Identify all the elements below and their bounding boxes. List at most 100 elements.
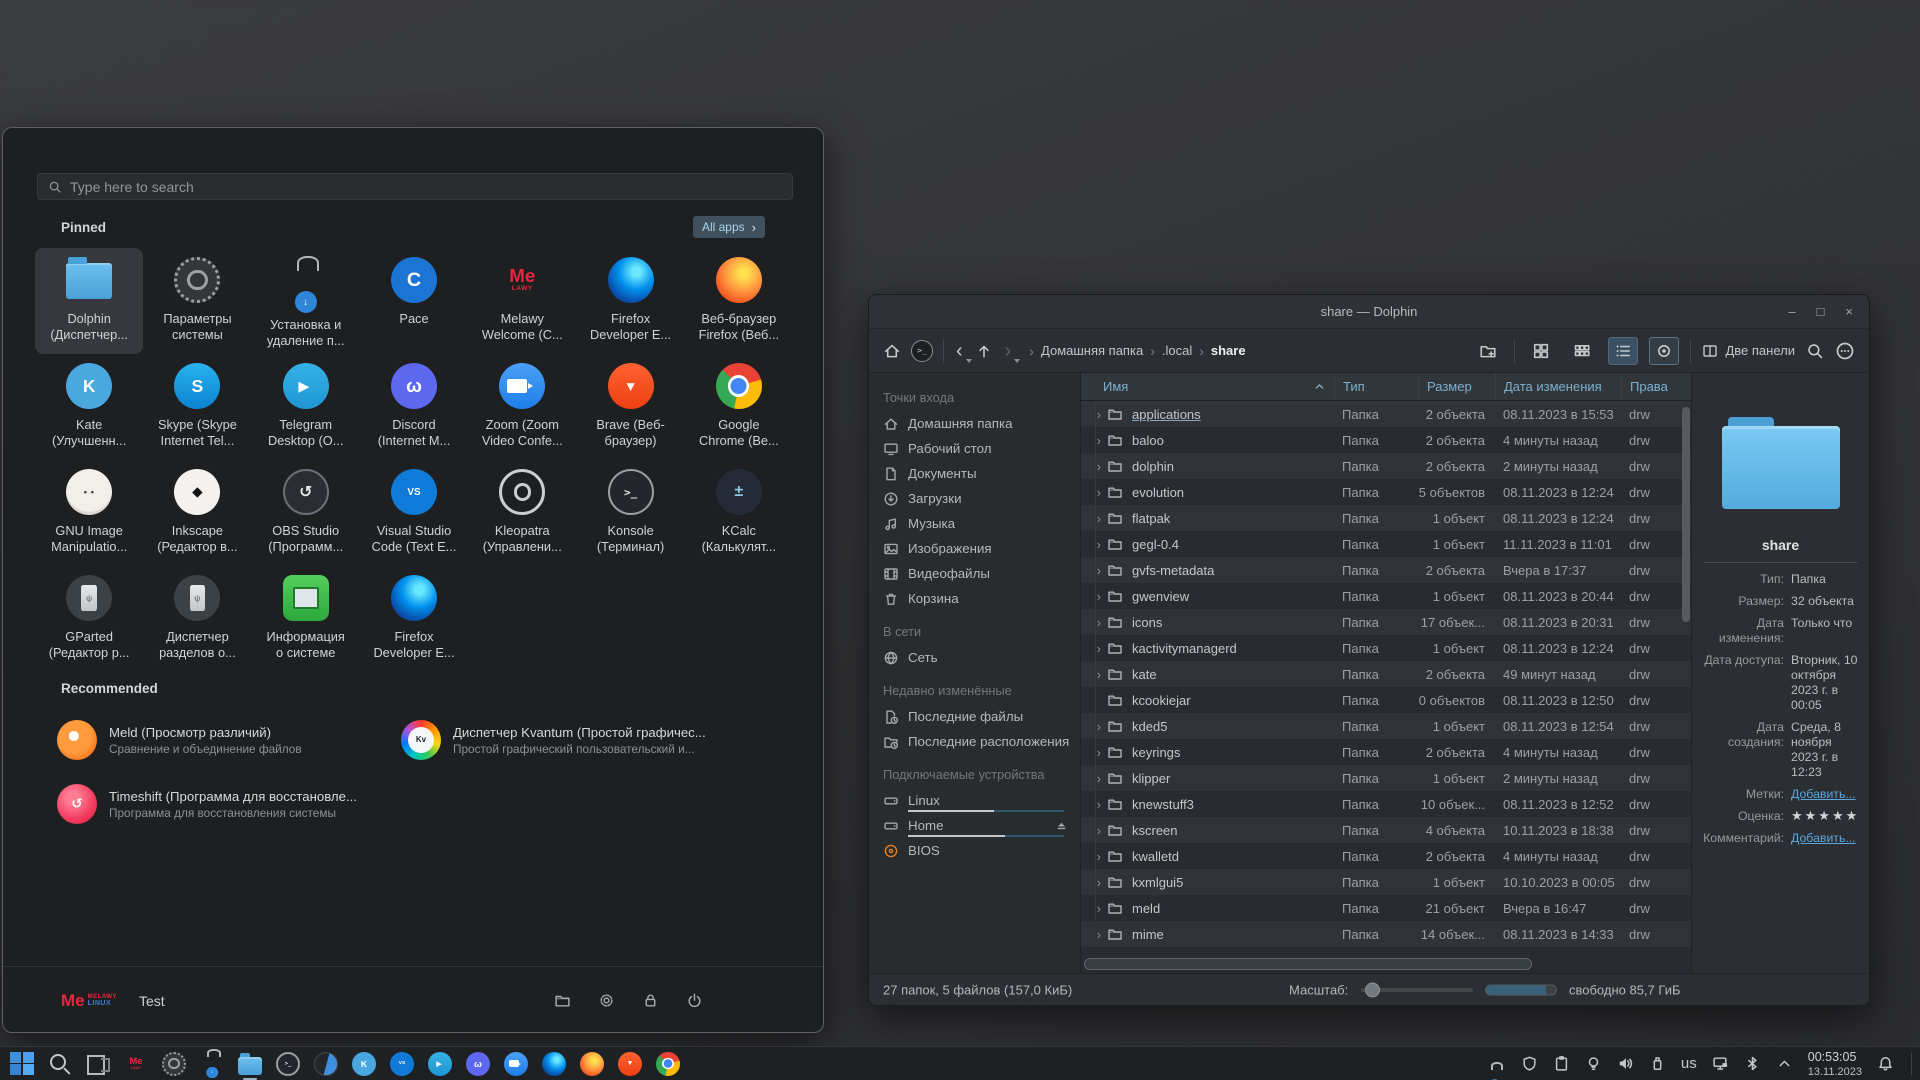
vertical-scrollbar[interactable] (1682, 407, 1690, 622)
expand-icon[interactable]: › (1081, 771, 1101, 786)
expand-icon[interactable]: › (1081, 537, 1101, 552)
taskbar-app-button[interactable] (578, 1050, 606, 1078)
file-row[interactable]: › kded5 Папка 1 объект 08.11.2023 в 12:5… (1081, 713, 1691, 739)
expand-icon[interactable]: › (1081, 511, 1101, 526)
taskbar-app-button[interactable] (654, 1050, 682, 1078)
taskbar-app-button[interactable] (464, 1050, 492, 1078)
place-item[interactable]: Home (869, 813, 1080, 838)
app-tile[interactable]: Discord (Internet M... (360, 354, 468, 460)
expand-icon[interactable]: › (1081, 433, 1101, 448)
taskbar-app-button[interactable] (8, 1050, 36, 1078)
settings-button[interactable] (598, 992, 615, 1009)
maximize-button[interactable]: □ (1817, 304, 1825, 319)
expand-icon[interactable]: › (1081, 641, 1101, 656)
power-button[interactable] (686, 992, 703, 1009)
place-item[interactable]: Домашняя папка (869, 411, 1080, 436)
file-manager-button[interactable] (554, 992, 571, 1009)
app-tile[interactable]: Параметры системы (143, 248, 251, 354)
expand-icon[interactable]: › (1081, 615, 1101, 630)
night-color-icon[interactable] (1585, 1055, 1602, 1072)
zoom-slider-handle[interactable] (1365, 982, 1380, 997)
place-item[interactable]: Сеть (869, 645, 1080, 670)
details-view-button[interactable] (1608, 337, 1638, 365)
file-row[interactable]: › kwalletd Папка 2 объекта 4 минуты наза… (1081, 843, 1691, 869)
expand-icon[interactable]: › (1081, 719, 1101, 734)
file-row[interactable]: › kscreen Папка 4 объекта 10.11.2023 в 1… (1081, 817, 1691, 843)
add-comment-link[interactable]: Добавить... (1791, 831, 1859, 846)
place-item[interactable]: Последние файлы (869, 704, 1080, 729)
keyboard-layout[interactable]: us (1681, 1055, 1697, 1072)
expand-icon[interactable]: › (1081, 459, 1101, 474)
taskbar-app-button[interactable] (540, 1050, 568, 1078)
taskbar-app-button[interactable] (502, 1050, 530, 1078)
expand-icon[interactable]: › (1081, 875, 1101, 890)
file-row[interactable]: › gwenview Папка 1 объект 08.11.2023 в 2… (1081, 583, 1691, 609)
show-desktop-edge[interactable] (1911, 1053, 1912, 1075)
app-tile[interactable]: Веб-браузер Firefox (Веб... (685, 248, 793, 354)
home-button[interactable] (883, 342, 901, 360)
user-avatar-icon[interactable]: >_ (911, 340, 933, 362)
place-item[interactable]: Последние расположения (869, 729, 1080, 754)
column-header-date[interactable]: Дата изменения (1495, 373, 1621, 400)
icon-bag[interactable] (1484, 1065, 1506, 1080)
place-item[interactable]: BIOS (869, 838, 1080, 863)
app-tile[interactable]: Установка и удаление п... (252, 248, 360, 354)
taskbar-app-button[interactable] (274, 1050, 302, 1078)
recommended-item[interactable]: Meld (Просмотр различий) Сравнение и объ… (49, 708, 393, 772)
expand-icon[interactable]: › (1081, 927, 1101, 942)
up-button[interactable] (975, 342, 993, 360)
app-tile[interactable]: Brave (Веб- браузер) (576, 354, 684, 460)
file-row[interactable]: › mime Папка 14 объек... 08.11.2023 в 14… (1081, 921, 1691, 947)
app-tile[interactable]: Skype (Skype Internet Tel... (143, 354, 251, 460)
all-apps-button[interactable]: All apps › (693, 216, 765, 238)
file-row[interactable]: › dolphin Папка 2 объекта 2 минуты назад… (1081, 453, 1691, 479)
place-item[interactable]: Рабочий стол (869, 436, 1080, 461)
file-row[interactable]: › evolution Папка 5 объектов 08.11.2023 … (1081, 479, 1691, 505)
taskbar-app-button[interactable] (122, 1050, 150, 1078)
expand-icon[interactable]: › (1081, 901, 1101, 916)
app-tile[interactable]: Google Chrome (Ве... (685, 354, 793, 460)
app-tile[interactable]: Диспетчер разделов о... (143, 566, 251, 672)
expand-icon[interactable]: › (1081, 849, 1101, 864)
add-tags-link[interactable]: Добавить... (1791, 787, 1859, 802)
volume-icon[interactable] (1617, 1055, 1634, 1072)
place-item[interactable]: Загрузки (869, 486, 1080, 511)
place-item[interactable]: Изображения (869, 536, 1080, 561)
app-tile[interactable]: Telegram Desktop (O... (252, 354, 360, 460)
place-item[interactable]: Видеофайлы (869, 561, 1080, 586)
expand-icon[interactable]: › (1081, 667, 1101, 682)
clock[interactable]: 00:53:05 13.11.2023 (1808, 1048, 1862, 1079)
app-tile[interactable]: Pace (360, 248, 468, 354)
taskbar-app-button[interactable] (350, 1050, 378, 1078)
taskbar-app-button[interactable] (236, 1050, 264, 1078)
column-header-size[interactable]: Размер (1418, 373, 1495, 400)
breadcrumb-home[interactable]: Домашняя папка (1041, 343, 1143, 358)
app-tile[interactable]: Firefox Developer E... (576, 248, 684, 354)
expand-tray-icon[interactable] (1776, 1055, 1793, 1072)
file-row[interactable]: › kcookiejar Папка 0 объектов 08.11.2023… (1081, 687, 1691, 713)
removable-devices-icon[interactable] (1649, 1055, 1666, 1072)
file-row[interactable]: › kxmlgui5 Папка 1 объект 10.10.2023 в 0… (1081, 869, 1691, 895)
file-row[interactable]: › flatpak Папка 1 объект 08.11.2023 в 12… (1081, 505, 1691, 531)
app-tile[interactable]: Melawy Welcome (C... (468, 248, 576, 354)
expand-icon[interactable]: › (1081, 745, 1101, 760)
taskbar-app-button[interactable] (388, 1050, 416, 1078)
taskbar-app-button[interactable] (426, 1050, 454, 1078)
rating-stars[interactable]: ★★★★★ (1791, 809, 1859, 824)
title-bar[interactable]: share — Dolphin – □ × (869, 295, 1869, 329)
security-shield-icon[interactable] (1521, 1055, 1538, 1072)
column-header-name[interactable]: Имя (1081, 379, 1334, 394)
app-tile[interactable]: Firefox Developer E... (360, 566, 468, 672)
forward-button[interactable]: › (1003, 341, 1014, 361)
file-row[interactable]: › keyrings Папка 2 объекта 4 минуты наза… (1081, 739, 1691, 765)
app-tile[interactable]: GNU Image Manipulatio... (35, 460, 143, 566)
taskbar-app-button[interactable] (46, 1050, 74, 1078)
app-tile[interactable]: Dolphin (Диспетчер... (35, 248, 143, 354)
file-row[interactable]: › baloo Папка 2 объекта 4 минуты назад d… (1081, 427, 1691, 453)
expand-icon[interactable]: › (1081, 589, 1101, 604)
app-tile[interactable]: Konsole (Терминал) (576, 460, 684, 566)
eject-icon[interactable] (1055, 819, 1068, 832)
column-header-perms[interactable]: Права (1621, 373, 1691, 400)
file-row[interactable]: › gvfs-metadata Папка 2 объекта Вчера в … (1081, 557, 1691, 583)
file-row[interactable]: › klipper Папка 1 объект 2 минуты назад … (1081, 765, 1691, 791)
